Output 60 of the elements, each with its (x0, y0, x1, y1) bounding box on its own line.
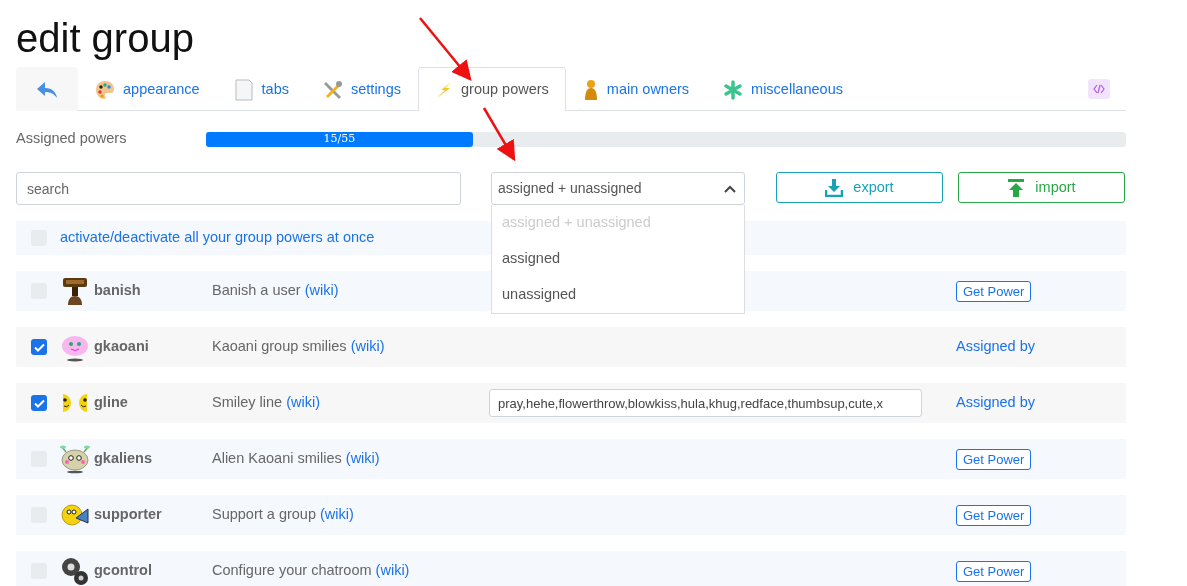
code-icon (1093, 83, 1105, 94)
hammer-icon (60, 276, 90, 306)
person-icon (582, 78, 599, 101)
wiki-link[interactable]: (wiki) (345, 450, 380, 467)
power-name: gkaoani (94, 337, 150, 357)
back-arrow-icon (36, 80, 58, 99)
dropdown-option[interactable]: unassigned (492, 277, 744, 313)
progress-label: Assigned powers (16, 129, 128, 149)
power-description: Alien Kaoani smilies (wiki) (212, 449, 381, 469)
power-description: Banish a user (wiki) (212, 281, 340, 301)
power-name: banish (94, 281, 142, 301)
tools-icon (323, 79, 343, 100)
tab[interactable]: settings (306, 67, 418, 111)
annotation-arrow (419, 17, 472, 81)
wiki-link[interactable]: (wiki) (320, 506, 354, 523)
upload-icon (1007, 178, 1026, 197)
tab[interactable]: group powers (418, 67, 566, 111)
tab[interactable]: appearance (78, 67, 217, 111)
power-description: Smiley line (wiki) (212, 393, 321, 413)
get-power-button[interactable]: Get Power (956, 448, 1032, 470)
search-field[interactable]: search (16, 172, 461, 205)
dropdown-option[interactable]: assigned (492, 241, 744, 277)
wiki-link[interactable]: (wiki) (375, 562, 410, 579)
power-description: Kaoani group smilies (wiki) (212, 337, 386, 357)
wiki-link[interactable]: (wiki) (286, 394, 320, 411)
checkbox[interactable] (31, 339, 47, 355)
get-power-button[interactable]: Get Power (956, 280, 1032, 302)
export-button[interactable]: export (776, 172, 943, 203)
palette-icon (95, 79, 115, 100)
power-description: Configure your chatroom (wiki) (212, 561, 411, 581)
back-tab[interactable] (16, 67, 78, 111)
alien-face-icon (60, 444, 90, 474)
wiki-link[interactable]: (wiki) (304, 282, 339, 299)
asterisk-icon (723, 79, 744, 100)
assigned-by-link[interactable]: Assigned by (956, 338, 1035, 355)
download-icon (825, 178, 844, 197)
filter-select[interactable]: assigned + unassigned (491, 172, 745, 205)
get-power-button[interactable]: Get Power (956, 504, 1032, 526)
tab[interactable]: tabs (216, 67, 306, 111)
smiley-list-field[interactable]: pray,hehe,flowerthrow,blowkiss,hula,khug,redface,thumbsup,cute,x (489, 389, 922, 417)
power-name: gcontrol (94, 561, 153, 581)
power-description: Support a group (wiki) (212, 505, 355, 525)
checkbox[interactable] (31, 395, 47, 411)
power-name: supporter (94, 505, 163, 525)
power-name: gline (94, 393, 129, 413)
page-title: edit group (16, 15, 194, 62)
annotation-arrow (482, 107, 516, 162)
tab[interactable]: miscellaneous (706, 67, 860, 111)
wiki-link[interactable]: (wiki) (350, 338, 385, 355)
chevron-up-icon (724, 184, 736, 193)
import-button[interactable]: import (958, 172, 1125, 203)
code-button[interactable] (1088, 78, 1110, 99)
tab[interactable]: main owners (565, 67, 707, 111)
power-name: gkaliens (94, 449, 154, 469)
gears-icon (60, 556, 90, 586)
assigned-by-link[interactable]: Assigned by (956, 394, 1035, 411)
progress-fill: 15/55 (206, 131, 473, 147)
page-icon (233, 78, 254, 101)
get-power-button[interactable]: Get Power (956, 560, 1032, 582)
activate-all-link[interactable]: activate/deactivate all your group powers at once (60, 227, 375, 249)
